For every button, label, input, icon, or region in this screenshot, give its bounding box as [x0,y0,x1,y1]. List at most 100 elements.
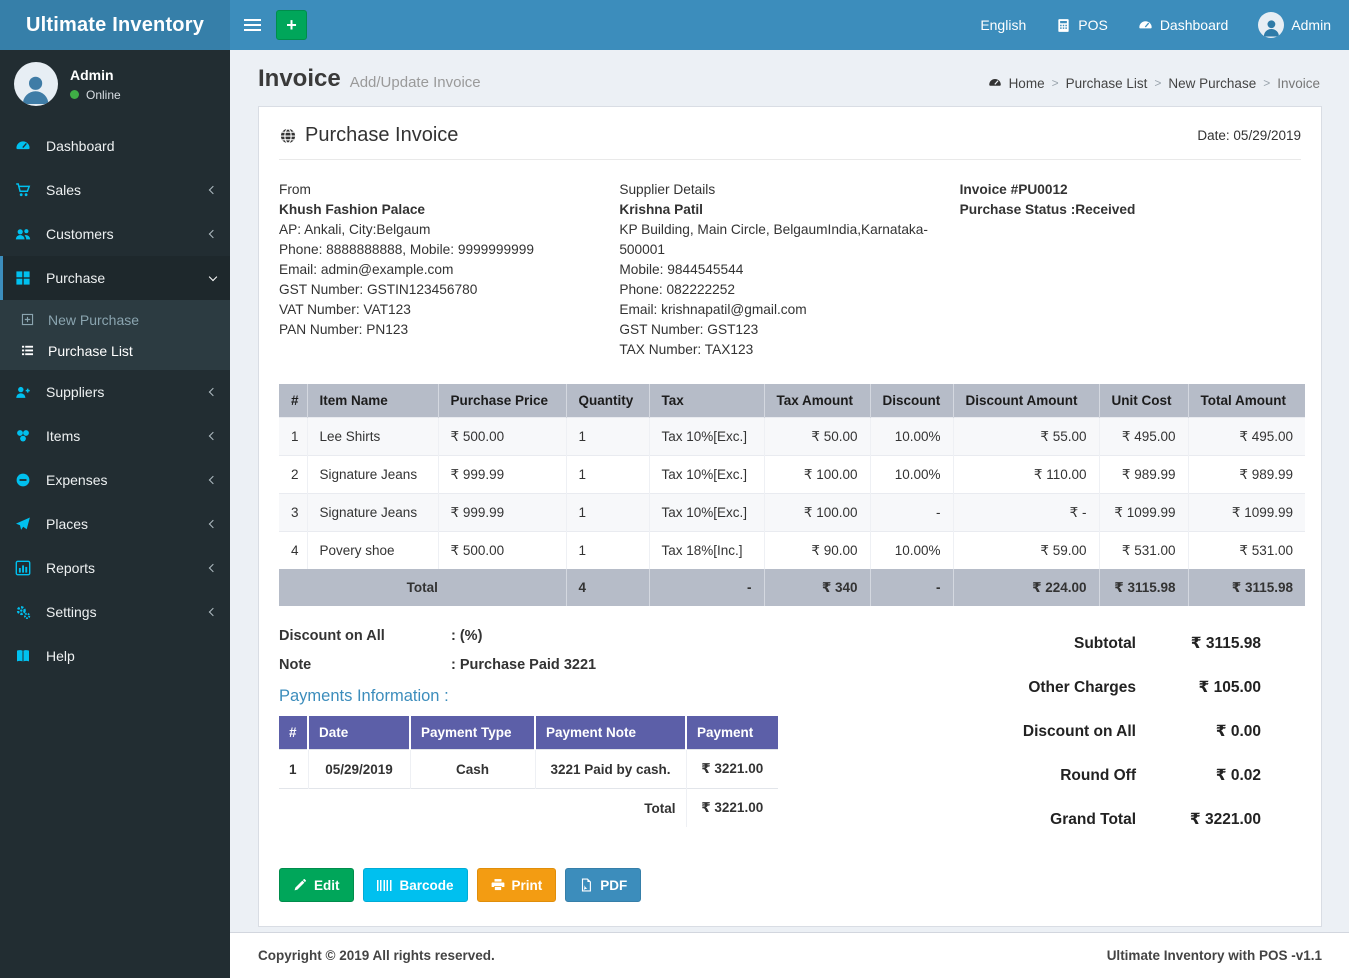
cell-total-amount: ₹ 989.99 [1187,455,1305,494]
payments-total-row: Total ₹ 3221.00 [279,788,778,827]
chevron-left-icon [208,563,218,573]
breadcrumb-current: Invoice [1277,75,1320,91]
cell-quantity: 1 [565,417,649,456]
payments-block: Discount on All : (%) Note : Purchase Pa… [279,628,778,854]
payments-table: # Date Payment Type Payment Note Payment… [279,716,778,827]
discount-on-all-label: Discount on All [1022,723,1136,740]
subtotal-value: ₹ 3115.98 [1190,635,1261,652]
supplier-line: TAX Number: TAX123 [619,342,754,357]
list-icon [21,344,40,357]
from-line: PAN Number: PN123 [279,322,409,337]
sidebar-item-sales[interactable]: Sales [0,168,230,212]
supplier-block: Supplier Details Krishna Patil KP Buildi… [619,180,959,360]
table-row: 4 Povery shoe ₹ 500.00 1 Tax 18%[Inc.] ₹… [279,531,1305,569]
breadcrumb-home[interactable]: Home [1009,76,1045,91]
column-header: # [279,716,308,750]
cell-unit-cost: ₹ 495.00 [1098,417,1188,456]
cell-discount: 10.00% [869,455,953,494]
print-icon [491,879,504,891]
breadcrumb-separator: > [1154,76,1162,90]
invoice-card: Purchase Invoice Date: 05/29/2019 From K… [258,106,1322,927]
pos-link[interactable]: POS [1056,17,1108,33]
sidebar-item-label: Purchase [46,270,106,286]
sidebar-item-places[interactable]: Places [0,502,230,546]
cell-index: 2 [279,455,307,494]
table-row: 1 Lee Shirts ₹ 500.00 1 Tax 10%[Exc.] ₹ … [279,417,1305,456]
pdf-label: PDF [600,877,628,893]
sidebar-item-purchase-list[interactable]: Purchase List [0,335,230,366]
speedometer-icon [15,138,37,154]
cell-purchase-price: ₹ 500.00 [437,417,566,456]
sidebar-item-expenses[interactable]: Expenses [0,458,230,502]
cell-payment: ₹ 3221.00 [685,749,778,789]
from-line: AP: Ankali, City:Belgaum [279,222,431,237]
online-dot-icon [70,90,79,99]
cell-discount: 10.00% [869,417,953,456]
cell-purchase-price: ₹ 999.99 [437,455,566,494]
book-icon [15,648,37,664]
sidebar-item-new-purchase[interactable]: New Purchase [0,304,230,335]
breadcrumb-purchase-list[interactable]: Purchase List [1066,76,1148,91]
sidebar-menu: Dashboard Sales Customers Purchase New P… [0,124,230,678]
edit-button[interactable]: Edit [279,868,354,902]
cart-icon [15,182,37,198]
chevron-left-icon [208,387,218,397]
home-icon [988,78,1001,86]
column-header: Payment Note [534,716,686,750]
sidebar-item-purchase[interactable]: Purchase [0,256,230,300]
cell-discount: 10.00% [869,531,953,569]
cell-payment-type: Cash [409,749,535,789]
avatar [1258,12,1285,38]
total-tax-amount: ₹ 340 [763,569,870,606]
brand-logo[interactable]: Ultimate Inventory [0,0,230,50]
speedometer-icon [1139,20,1152,28]
paper-plane-icon [15,516,37,532]
chevron-down-icon [208,272,218,281]
add-button[interactable]: + [276,10,307,40]
cell-tax: Tax 10%[Exc.] [648,455,764,494]
sidebar-item-suppliers[interactable]: Suppliers [0,370,230,414]
other-charges-label: Other Charges [1028,679,1136,696]
payments-heading: Payments Information : [279,687,449,705]
version-text: Ultimate Inventory with POS -v1.1 [1106,948,1322,963]
invoice-card-title: Purchase Invoice [279,124,458,147]
chevron-left-icon [208,607,218,617]
grand-total-value: ₹ 3221.00 [1189,811,1261,828]
from-name: Khush Fashion Palace [279,202,426,217]
sidebar-item-dashboard[interactable]: Dashboard [0,124,230,168]
sidebar-item-customers[interactable]: Customers [0,212,230,256]
column-header: Purchase Price [437,384,566,418]
sidebar-item-settings[interactable]: Settings [0,590,230,634]
sidebar-item-label: New Purchase [48,311,140,328]
chevron-left-icon [208,185,218,195]
dashboard-link[interactable]: Dashboard [1138,17,1228,33]
language-menu[interactable]: English [980,17,1026,33]
cell-unit-cost: ₹ 1099.99 [1098,493,1188,532]
sidebar-item-reports[interactable]: Reports [0,546,230,590]
sidebar-item-label: Suppliers [46,384,105,400]
sidebar-item-items[interactable]: Items [0,414,230,458]
user-menu[interactable]: Admin [1258,12,1331,38]
print-button[interactable]: Print [476,868,557,902]
sidebar-item-help[interactable]: Help [0,634,230,678]
sidebar-item-label: Dashboard [46,138,115,154]
column-header: Quantity [565,384,649,418]
sidebar-toggle-button[interactable] [230,0,274,50]
barcode-button[interactable]: Barcode [362,868,468,902]
from-line: Phone: 8888888888, Mobile: 9999999999 [279,242,534,257]
cell-index: 1 [279,749,308,789]
column-header: Discount [869,384,953,418]
breadcrumb-new-purchase[interactable]: New Purchase [1168,76,1256,91]
pdf-button[interactable]: PDF [565,868,642,902]
online-label: Online [86,87,121,102]
sidebar-item-label: Items [46,428,81,444]
sidebar-user-name: Admin [70,66,114,83]
total-amount: ₹ 3115.98 [1187,569,1305,606]
invoice-number: Invoice #PU0012 [959,182,1068,197]
from-heading: From [279,182,311,197]
total-quantity: 4 [565,569,649,606]
table-row: 1 05/29/2019 Cash 3221 Paid by cash. ₹ 3… [279,749,778,789]
user-label: Admin [1291,17,1331,33]
cell-purchase-price: ₹ 500.00 [437,531,566,569]
globe-icon [280,127,296,144]
